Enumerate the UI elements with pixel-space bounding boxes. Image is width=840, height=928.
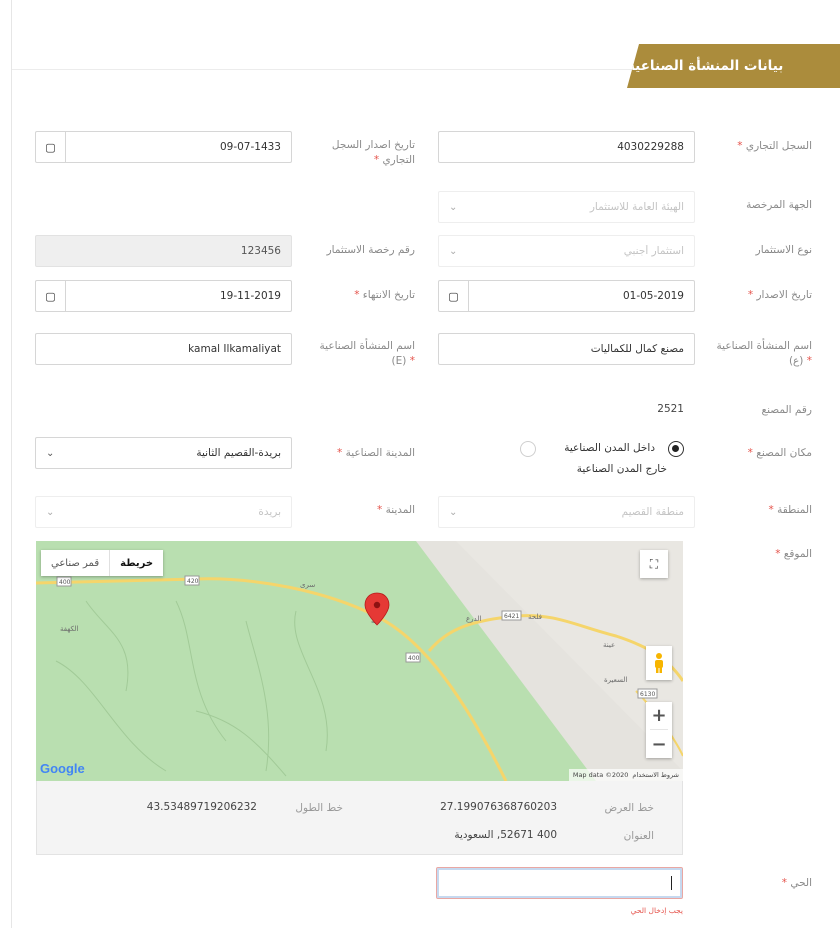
industrial-city-select[interactable]: ⌄ بريدة-القصيم الثانية (35, 437, 292, 469)
section-title: بيانات المنشأة الصناعية (627, 44, 840, 88)
map-type-satellite[interactable]: قمر صناعي (41, 550, 109, 576)
radio-outside-industrial-cities[interactable] (520, 441, 536, 457)
fullscreen-icon[interactable]: ⛶ (640, 550, 668, 578)
facility-name-ar-label: اسم المنشأة الصناعية * (ع) (716, 340, 812, 367)
place-label: السعيرة (604, 676, 627, 684)
factory-location-label: مكان المصنع * (747, 447, 812, 459)
factory-number-value: 2521 (657, 403, 684, 415)
place-label: عينة (603, 641, 615, 649)
location-map[interactable]: سرى الكهفة الدرع فلحة عينة السعيرة عيه 4… (36, 541, 683, 781)
map-type-control[interactable]: خريطة قمر صناعي (41, 550, 164, 576)
facility-name-ar-input[interactable]: مصنع كمال للكماليات (438, 333, 695, 365)
calendar-icon[interactable]: ▢ (36, 132, 66, 162)
map-terms-link[interactable]: شروط الاستخدام (632, 771, 679, 779)
google-logo: Google (40, 761, 85, 776)
issue-date-input[interactable]: ▢ 01-05-2019 (438, 280, 695, 312)
chevron-down-icon: ⌄ (46, 447, 55, 459)
district-input[interactable] (436, 867, 683, 899)
road-shield: 6421 (504, 613, 519, 620)
investment-type-select[interactable]: ⌄ استثمار أجنبي (438, 235, 695, 267)
factory-number-label: رقم المصنع (761, 404, 812, 416)
longitude-value: 43.53489719206232 (146, 801, 257, 813)
address-value: 400 52671, السعودية (454, 829, 557, 841)
zoom-control[interactable]: + − (646, 702, 672, 758)
licensing-authority-label: الجهة المرخصة (746, 199, 812, 211)
commercial-register-label: السجل التجاري * (737, 140, 812, 152)
map-canvas[interactable]: سرى الكهفة الدرع فلحة عينة السعيرة عيه 4… (36, 541, 683, 781)
district-label: الحي * (781, 877, 812, 889)
latitude-value: 27.199076368760203 (440, 801, 557, 813)
map-type-map[interactable]: خريطة (109, 550, 163, 576)
city-label: المدينة * (376, 504, 415, 516)
district-error-message: يجب إدخال الحي (630, 906, 683, 915)
page: بيانات المنشأة الصناعية السجل التجاري * … (11, 0, 840, 928)
commercial-register-input[interactable]: 4030229288 (438, 131, 695, 163)
radio-inside-industrial-cities[interactable] (668, 441, 684, 457)
industrial-city-label: المدينة الصناعية * (336, 447, 415, 459)
facility-name-en-input[interactable]: kamal Ilkamaliyat (35, 333, 292, 365)
licensing-authority-select[interactable]: ⌄ الهيئة العامة للاستثمار (438, 191, 695, 223)
investment-license-input: 123456 (35, 235, 292, 267)
investment-license-label: رقم رخصة الاستثمار (326, 244, 415, 256)
register-issue-date-input[interactable]: ▢ 09-07-1433 (35, 131, 292, 163)
region-label: المنطقة * (768, 504, 812, 516)
calendar-icon[interactable]: ▢ (36, 281, 66, 311)
location-label: الموقع * (775, 548, 812, 560)
road-shield: 400 (408, 655, 420, 662)
chevron-down-icon: ⌄ (449, 245, 458, 257)
chevron-down-icon: ⌄ (449, 201, 458, 213)
investment-type-label: نوع الاستثمار (755, 244, 812, 256)
city-select[interactable]: ⌄ بريدة (35, 496, 292, 528)
radio-inside-label: داخل المدن الصناعية (564, 442, 655, 454)
place-label: الكهفة (60, 625, 79, 633)
calendar-icon[interactable]: ▢ (439, 281, 469, 311)
latitude-label: خط العرض (604, 802, 654, 814)
pegman-icon[interactable] (646, 646, 672, 680)
issue-date-label: تاريخ الاصدار * (747, 289, 812, 301)
place-label: سرى (300, 581, 315, 589)
road-shield: 420 (187, 578, 199, 585)
place-label: الدرع (466, 615, 481, 623)
radio-outside-label: خارج المدن الصناعية (576, 463, 667, 475)
expiry-date-input[interactable]: ▢ 19-11-2019 (35, 280, 292, 312)
coordinates-panel: خط العرض 27.199076368760203 خط الطول 43.… (36, 781, 683, 855)
road-shield: 6130 (640, 691, 655, 698)
road-shield: 400 (59, 579, 71, 586)
region-select[interactable]: ⌄ منطقة القصيم (438, 496, 695, 528)
address-label: العنوان (623, 830, 654, 842)
zoom-out-button[interactable]: − (651, 730, 666, 758)
map-attribution: Map data ©2020 شروط الاستخدام (568, 769, 683, 781)
chevron-down-icon: ⌄ (449, 506, 458, 518)
chevron-down-icon: ⌄ (46, 506, 55, 518)
expiry-date-label: تاريخ الانتهاء * (354, 289, 415, 301)
facility-name-en-label: اسم المنشأة الصناعية * (E) (319, 340, 415, 367)
zoom-in-button[interactable]: + (650, 702, 668, 730)
place-label: فلحة (528, 613, 542, 621)
register-issue-date-label: تاريخ اصدار السجل التجاري * (331, 139, 415, 166)
